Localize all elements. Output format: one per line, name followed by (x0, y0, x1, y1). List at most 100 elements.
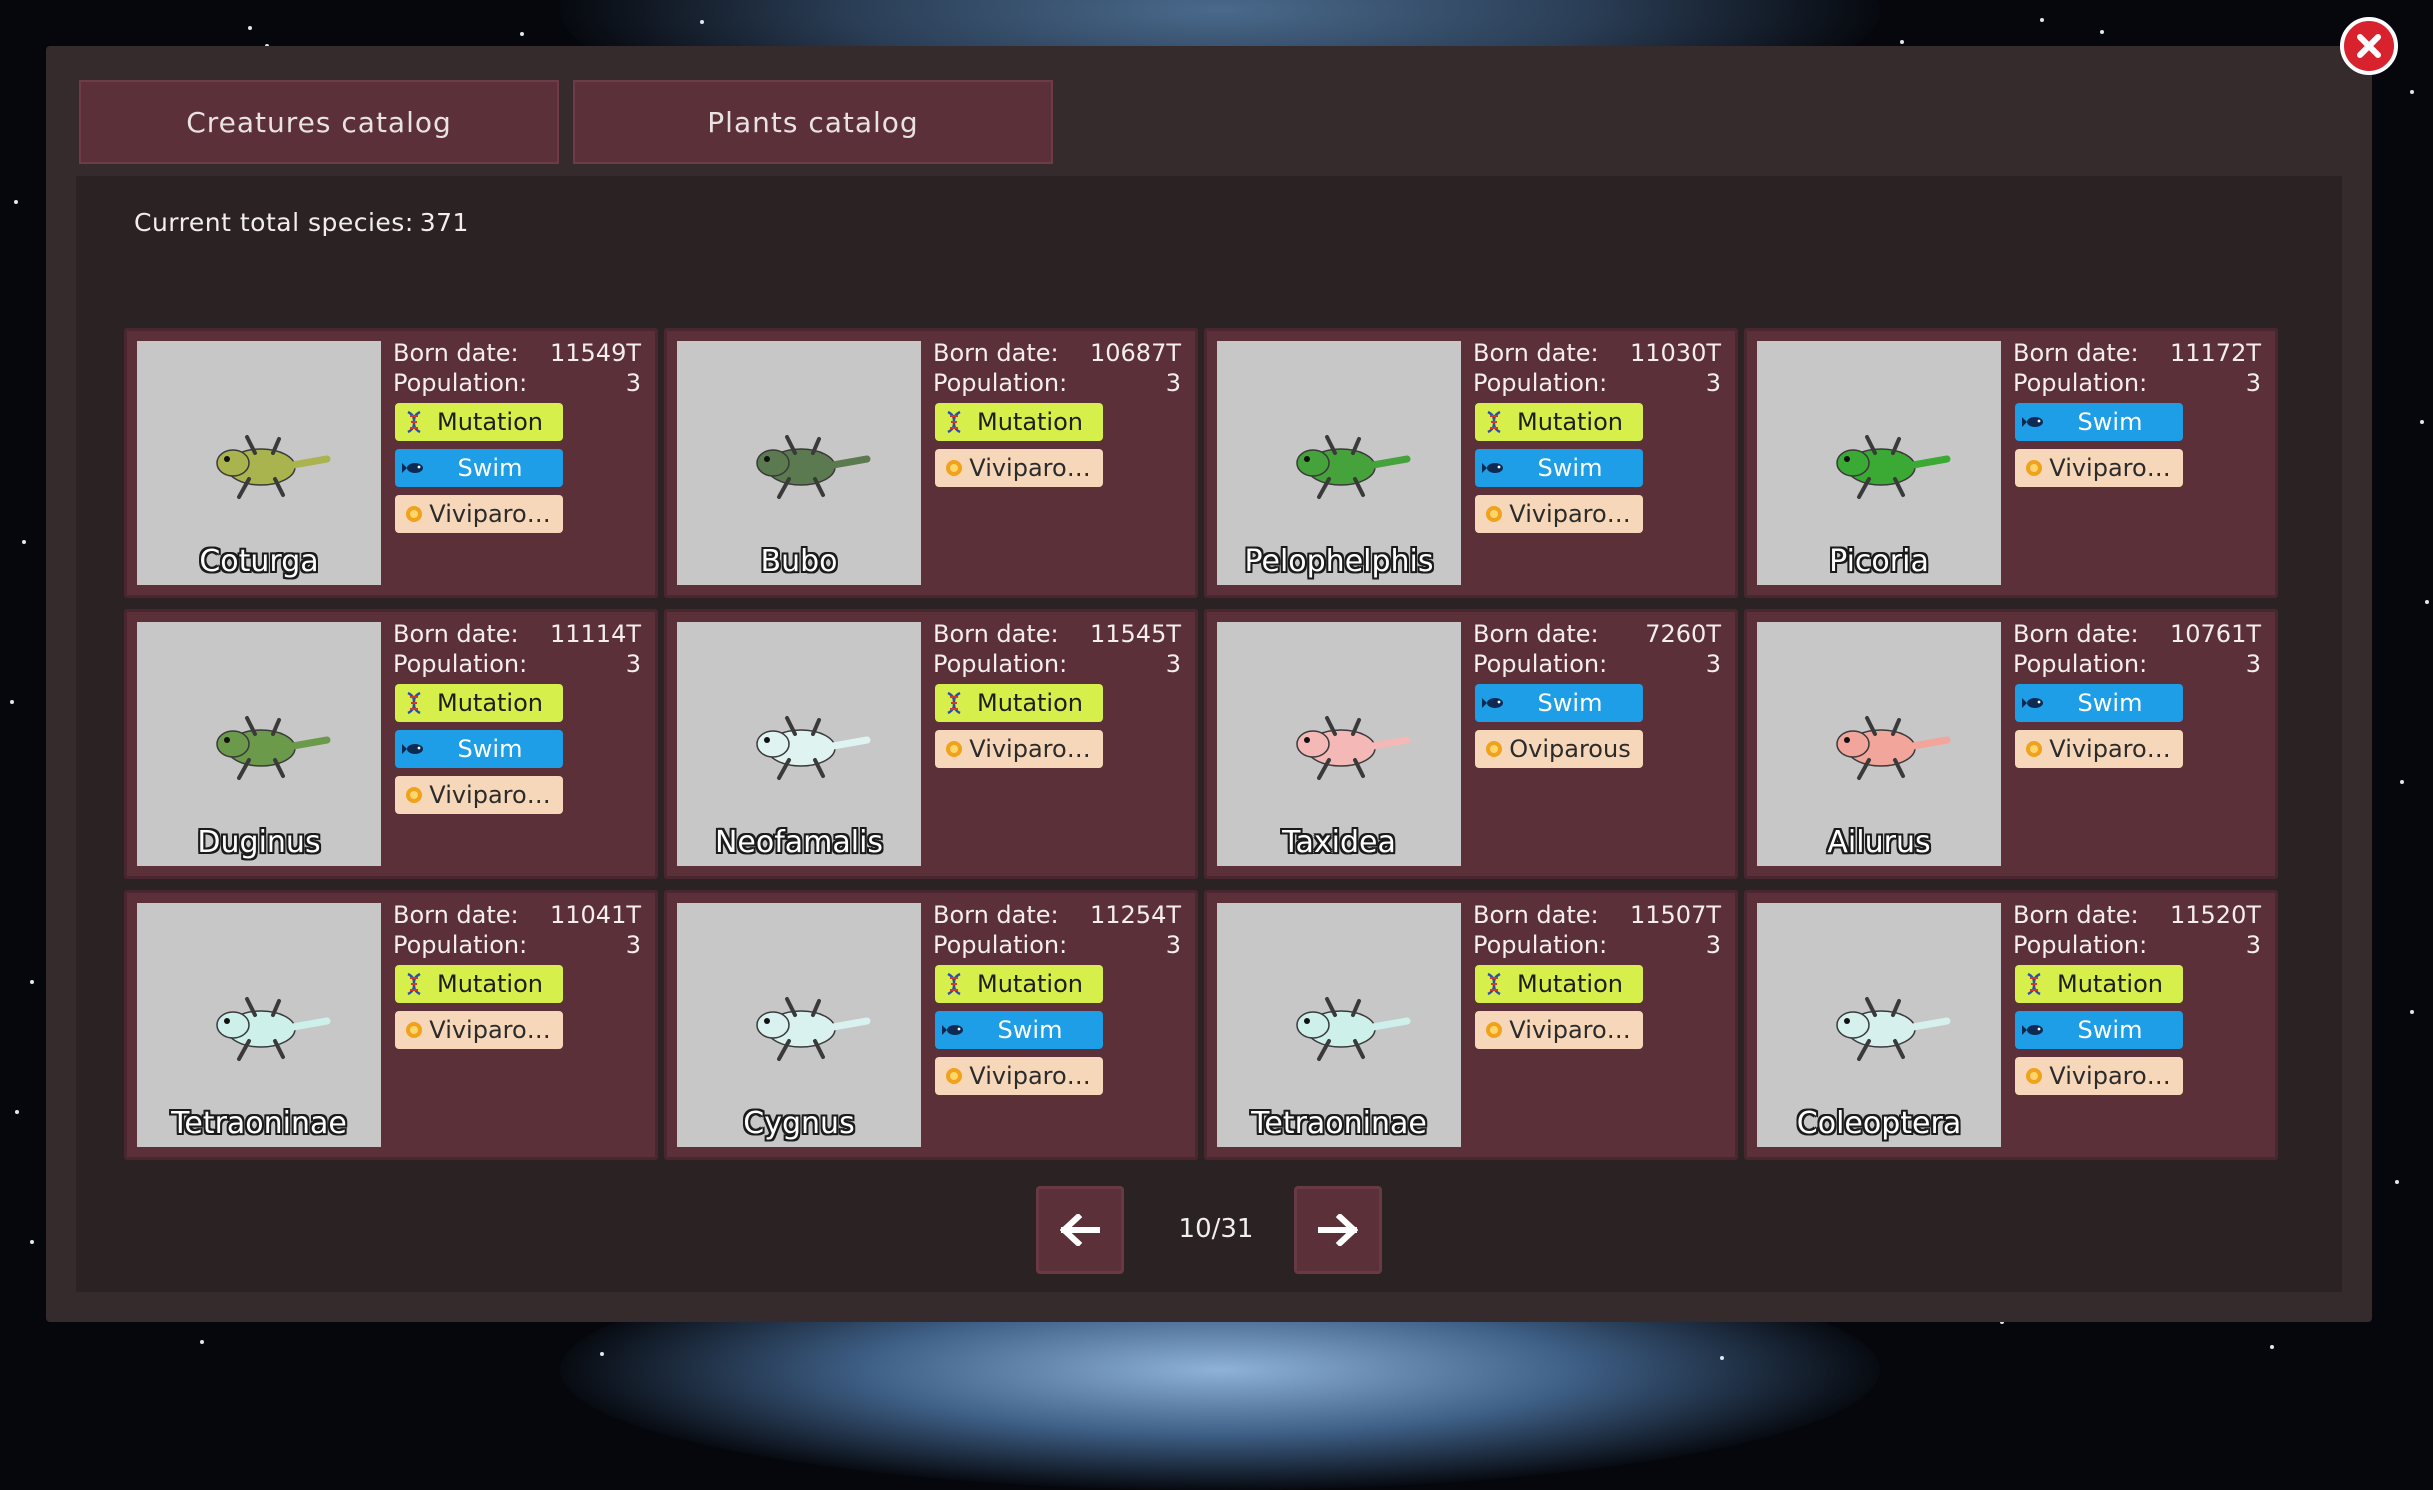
creature-thumbnail: Neofamalis (677, 622, 921, 866)
creature-card[interactable]: Bubo Born date: 10687T Population: 3 Mutati… (664, 328, 1198, 598)
creature-name: Pelophelphis (1244, 544, 1434, 579)
trait-label: Mutation (2056, 970, 2163, 998)
born-date-label: Born date: (2013, 339, 2139, 367)
star (1720, 1356, 1724, 1360)
trait-badge-swim: Swim (1475, 449, 1643, 487)
trait-label: Mutation (976, 970, 1083, 998)
egg-icon (1486, 506, 1502, 522)
star (2270, 1345, 2274, 1349)
born-date-value: 10687T (1089, 339, 1181, 367)
born-date-label: Born date: (393, 620, 519, 648)
fish-icon (1482, 698, 1503, 708)
population-row: Population: 3 (933, 650, 1181, 680)
population-label: Population: (393, 369, 528, 397)
population-value: 3 (1705, 650, 1721, 678)
close-button[interactable] (2340, 17, 2398, 75)
egg-icon (946, 460, 962, 476)
trait-badge-repro: Oviparous (1475, 730, 1643, 768)
born-date-value: 11254T (1089, 901, 1181, 929)
dna-icon (1487, 410, 1501, 434)
population-label: Population: (1473, 931, 1608, 959)
born-date-row: Born date: 11520T (2013, 901, 2261, 931)
dna-icon (947, 410, 961, 434)
trait-badge-mutation: Mutation (935, 965, 1103, 1003)
creature-card[interactable]: Picoria Born date: 11172T Population: 3 Swi… (1744, 328, 2278, 598)
born-date-row: Born date: 11030T (1473, 339, 1721, 369)
creature-thumbnail: Picoria (1757, 341, 2001, 585)
population-label: Population: (393, 650, 528, 678)
trait-label: Swim (1537, 454, 1603, 482)
trait-badge-swim: Swim (395, 449, 563, 487)
creature-name: Duginus (197, 825, 321, 860)
prev-page-button[interactable] (1036, 1186, 1124, 1274)
trait-badge-swim: Swim (2015, 403, 2183, 441)
fish-icon (1482, 463, 1503, 473)
trait-badge-swim: Swim (395, 730, 563, 768)
trait-badge-mutation: Mutation (395, 684, 563, 722)
creature-thumbnail: Tetraoninae (1217, 903, 1461, 1147)
star (1900, 40, 1904, 44)
born-date-label: Born date: (2013, 620, 2139, 648)
born-date-value: 11172T (2169, 339, 2261, 367)
creature-card[interactable]: Pelophelphis Born date: 11030T Population… (1204, 328, 1738, 598)
star (22, 540, 26, 544)
born-date-value: 11549T (549, 339, 641, 367)
creature-card[interactable]: Tetraoninae Born date: 11041T Population:… (124, 890, 658, 1160)
trait-label: Viviparo… (1509, 1016, 1631, 1044)
creature-card[interactable]: Neofamalis Born date: 11545T Population: 3… (664, 609, 1198, 879)
tab-plants-catalog[interactable]: Plants catalog (573, 80, 1053, 164)
born-date-value: 11030T (1629, 339, 1721, 367)
population-label: Population: (933, 650, 1068, 678)
trait-badge-repro: Viviparo… (935, 1057, 1103, 1095)
trait-badge-repro: Viviparo… (2015, 1057, 2183, 1095)
trait-label: Swim (457, 735, 523, 763)
next-page-button[interactable] (1294, 1186, 1382, 1274)
population-row: Population: 3 (1473, 650, 1721, 680)
born-date-label: Born date: (933, 620, 1059, 648)
creature-card[interactable]: Duginus Born date: 11114T Population: 3 Mut… (124, 609, 658, 879)
creature-card[interactable]: Coturga Born date: 11549T Population: 3 Mut… (124, 328, 658, 598)
population-value: 3 (1165, 650, 1181, 678)
egg-icon (2026, 741, 2042, 757)
tab-creatures-catalog[interactable]: Creatures catalog (79, 80, 559, 164)
creature-card[interactable]: Coleoptera Born date: 11520T Population: 3… (1744, 890, 2278, 1160)
born-date-value: 11520T (2169, 901, 2261, 929)
star (600, 1352, 604, 1356)
population-row: Population: 3 (2013, 931, 2261, 961)
catalog-panel: Current total species: 371 Coturga Born d… (76, 176, 2342, 1292)
population-label: Population: (393, 931, 528, 959)
trait-badge-repro: Viviparo… (2015, 730, 2183, 768)
born-date-row: Born date: 11507T (1473, 901, 1721, 931)
creature-card[interactable]: Tetraoninae Born date: 11507T Population:… (1204, 890, 1738, 1160)
trait-label: Mutation (1516, 970, 1623, 998)
population-row: Population: 3 (1473, 931, 1721, 961)
born-date-row: Born date: 11041T (393, 901, 641, 931)
born-date-value: 11507T (1629, 901, 1721, 929)
star (2040, 18, 2044, 22)
fish-icon (2022, 1025, 2043, 1035)
trait-badge-mutation: Mutation (1475, 403, 1643, 441)
creature-name: Ailurus (1827, 825, 1931, 860)
trait-label: Mutation (436, 970, 543, 998)
trait-label: Viviparo… (429, 781, 551, 809)
dna-icon (2027, 972, 2041, 996)
creature-name: Tetraoninae (171, 1106, 347, 1141)
population-row: Population: 3 (1473, 369, 1721, 399)
creature-thumbnail: Duginus (137, 622, 381, 866)
born-date-label: Born date: (1473, 339, 1599, 367)
species-total-count: 371 (419, 208, 469, 237)
egg-icon (2026, 1068, 2042, 1084)
creature-card[interactable]: Taxidea Born date: 7260T Population: 3 Swim… (1204, 609, 1738, 879)
dna-icon (407, 972, 421, 996)
trait-badge-swim: Swim (2015, 684, 2183, 722)
creature-name: Cygnus (743, 1106, 855, 1141)
born-date-row: Born date: 11254T (933, 901, 1181, 931)
star (2420, 420, 2424, 424)
creature-card[interactable]: Cygnus Born date: 11254T Population: 3 Muta… (664, 890, 1198, 1160)
trait-label: Viviparo… (969, 735, 1091, 763)
trait-label: Viviparo… (2049, 1062, 2171, 1090)
dna-icon (1487, 972, 1501, 996)
creature-card[interactable]: Ailurus Born date: 10761T Population: 3 Swi… (1744, 609, 2278, 879)
population-label: Population: (933, 931, 1068, 959)
species-total: Current total species: 371 (134, 208, 469, 237)
